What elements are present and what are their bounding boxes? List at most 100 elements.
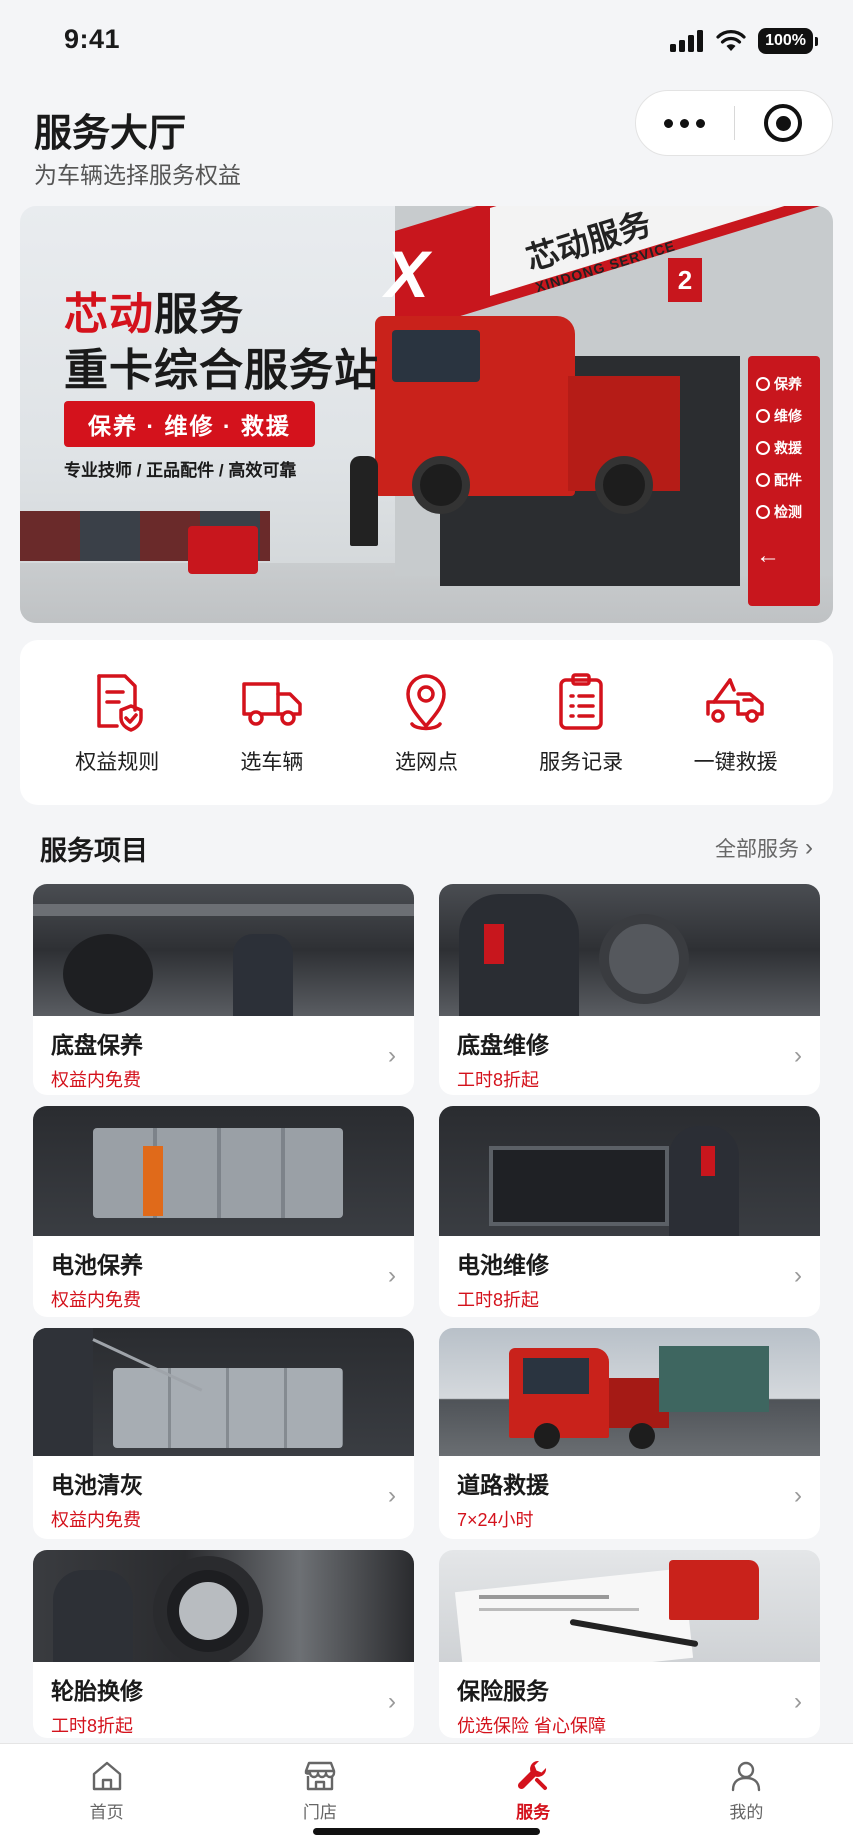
brake-repair-photo: [439, 884, 820, 1016]
battery-indicator: 100%: [758, 28, 818, 54]
all-services-link[interactable]: 全部服务 ›: [715, 833, 813, 863]
quick-action-vehicle[interactable]: 选车辆: [202, 670, 342, 776]
target-ring-icon: [764, 104, 803, 142]
user-icon: [732, 1761, 761, 1792]
chevron-right-icon: ›: [794, 1688, 802, 1715]
service-card-battery-maintenance[interactable]: 电池保养 权益内免费 ›: [33, 1106, 414, 1317]
mechanic-figure: [350, 456, 378, 546]
page-title: 服务大厅: [34, 113, 187, 155]
maintenance-icon: [756, 377, 770, 391]
service-subtitle: 工时8折起: [457, 1290, 540, 1310]
truck-wheel-rear: [595, 456, 653, 514]
banner-tagline: 专业技师 / 正品配件 / 高效可靠: [64, 461, 297, 480]
chevron-right-icon: ›: [388, 1688, 396, 1715]
rescue-icon: [756, 441, 770, 455]
service-title: 电池保养: [51, 1252, 143, 1278]
quick-action-label: 选网点: [394, 750, 458, 774]
more-options-button[interactable]: [636, 91, 734, 155]
tool-cart-illustration: [188, 526, 258, 574]
service-card-tire-service[interactable]: 轮胎换修 工时8折起 ›: [33, 1550, 414, 1738]
brand-logo-icon: X: [385, 237, 430, 311]
status-icons: 100%: [670, 28, 818, 54]
chevron-right-icon: ›: [794, 1042, 802, 1069]
service-card-road-rescue[interactable]: 道路救援 7×24小时 ›: [439, 1328, 820, 1539]
page-subtitle: 为车辆选择服务权益: [34, 162, 241, 188]
service-subtitle: 7×24小时: [457, 1510, 534, 1530]
tab-profile[interactable]: 我的: [640, 1744, 853, 1843]
home-icon: [92, 1761, 121, 1791]
tow-truck-icon: [705, 677, 764, 723]
tire-service-photo: [33, 1550, 414, 1662]
banner-pill: 保养 · 维修 · 救援: [64, 401, 315, 447]
banner-headline: 重卡综合服务站: [64, 346, 379, 395]
promo-banner[interactable]: 芯动服务 XINDONG SERVICE 2 X 保养 维修 救援 配件 检测 …: [20, 206, 833, 623]
service-card-battery-repair[interactable]: 电池维修 工时8折起 ›: [439, 1106, 820, 1317]
tab-home[interactable]: 首页: [0, 1744, 213, 1843]
bay-number: 2: [668, 258, 702, 302]
quick-action-rescue[interactable]: 一键救援: [666, 670, 806, 776]
banner-brand: 芯动服务: [64, 290, 244, 339]
chassis-photo: [33, 884, 414, 1016]
service-title: 道路救援: [457, 1472, 549, 1498]
quick-actions: 权益规则 选车辆 选网点 服务记录 一键救援: [20, 640, 833, 805]
services-grid: 底盘保养 权益内免费 › 底盘维修 工时8折起 › 电池保养 权益内免费 › 电…: [33, 884, 820, 1738]
inspection-icon: [756, 505, 770, 519]
quick-action-rules[interactable]: 权益规则: [47, 670, 187, 776]
chevron-right-icon: ›: [794, 1262, 802, 1289]
quick-action-outlet[interactable]: 选网点: [356, 670, 496, 776]
battery-repair-photo: [439, 1106, 820, 1236]
service-subtitle: 工时8折起: [51, 1716, 134, 1736]
service-title: 保险服务: [457, 1678, 549, 1704]
home-indicator: [313, 1828, 540, 1835]
service-title: 轮胎换修: [51, 1678, 143, 1704]
cellular-signal-icon: [670, 30, 704, 52]
clipboard-list-icon: [559, 672, 603, 730]
tab-label: 我的: [729, 1803, 764, 1822]
wrench-icon: [518, 1760, 548, 1790]
status-bar: 9:41 100%: [0, 0, 853, 84]
road-rescue-photo: [439, 1328, 820, 1456]
service-title: 底盘维修: [457, 1032, 549, 1058]
service-title: 底盘保养: [51, 1032, 143, 1058]
chevron-right-icon: ›: [794, 1482, 802, 1509]
service-title: 电池清灰: [51, 1472, 143, 1498]
page-header: 服务大厅 为车辆选择服务权益: [0, 90, 853, 190]
truck-wheel-front: [412, 456, 470, 514]
wifi-icon: [716, 30, 746, 51]
service-pylon: 保养 维修 救援 配件 检测 ←: [748, 356, 820, 606]
service-title: 电池维修: [457, 1252, 549, 1278]
location-pin-icon: [406, 673, 447, 730]
quick-action-label: 服务记录: [539, 750, 624, 774]
chevron-right-icon: ›: [805, 834, 813, 861]
truck-windshield: [392, 330, 480, 382]
truck-icon: [242, 681, 302, 726]
tab-label: 首页: [89, 1803, 124, 1822]
section-title: 服务项目: [40, 835, 148, 866]
service-card-chassis-repair[interactable]: 底盘维修 工时8折起 ›: [439, 884, 820, 1095]
store-icon: [304, 1761, 336, 1791]
arrow-left-icon: ←: [756, 542, 780, 569]
services-section-header: 服务项目 全部服务 ›: [40, 826, 813, 870]
chevron-right-icon: ›: [388, 1262, 396, 1289]
service-card-chassis-maintenance[interactable]: 底盘保养 权益内免费 ›: [33, 884, 414, 1095]
service-card-battery-cleaning[interactable]: 电池清灰 权益内免费 ›: [33, 1328, 414, 1539]
repair-icon: [756, 409, 770, 423]
service-card-insurance[interactable]: 保险服务 优选保险 省心保障 ›: [439, 1550, 820, 1738]
quick-action-label: 一键救援: [693, 750, 778, 774]
parts-icon: [756, 473, 770, 487]
close-miniprogram-button[interactable]: [735, 91, 833, 155]
tab-label: 门店: [302, 1803, 337, 1822]
quick-action-records[interactable]: 服务记录: [511, 670, 651, 776]
quick-action-label: 权益规则: [75, 750, 160, 774]
battery-pack-photo: [33, 1106, 414, 1236]
chevron-right-icon: ›: [388, 1042, 396, 1069]
quick-action-label: 选车辆: [240, 750, 304, 774]
service-subtitle: 权益内免费: [51, 1510, 141, 1530]
miniprogram-capsule: [635, 90, 833, 156]
status-time: 9:41: [64, 24, 121, 54]
service-subtitle: 权益内免费: [51, 1290, 141, 1310]
more-dots-icon: [664, 118, 674, 128]
tab-label: 服务: [516, 1803, 551, 1822]
battery-cleaning-photo: [33, 1328, 414, 1456]
policy-shield-icon: [97, 673, 144, 732]
